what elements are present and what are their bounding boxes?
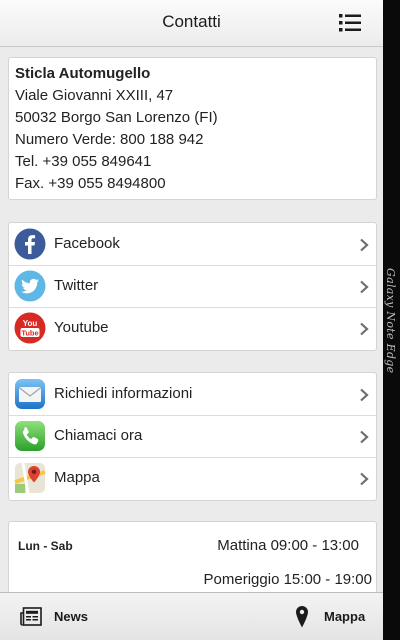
address-street: Viale Giovanni XXIII, 47 — [15, 87, 174, 104]
mail-icon — [15, 379, 45, 409]
chevron-right-icon — [360, 238, 369, 252]
youtube-label: Youtube — [54, 319, 109, 336]
social-links-card: Facebook Twitter You Tube Youtube — [8, 222, 377, 351]
page-title: Contatti — [162, 12, 221, 31]
list-item-twitter[interactable]: Twitter — [9, 265, 376, 308]
facebook-icon — [14, 228, 46, 260]
tab-map-label: Mappa — [324, 609, 366, 624]
address-card: Sticla Automugello Viale Giovanni XXIII,… — [8, 57, 377, 200]
address-city: 50032 Borgo San Lorenzo (FI) — [15, 109, 218, 126]
tab-news-label: News — [54, 609, 88, 624]
contact-actions-card: Richiedi informazioni Chiamaci ora Mappa — [8, 372, 377, 501]
youtube-icon: You Tube — [14, 312, 46, 344]
menu-button[interactable] — [338, 12, 362, 34]
hours-days: Lun - Sab — [18, 539, 73, 553]
call-now-label: Chiamaci ora — [54, 427, 143, 444]
list-item-call-now[interactable]: Chiamaci ora — [9, 415, 376, 458]
fax-number: Fax. +39 055 8494800 — [15, 175, 166, 192]
phone-icon — [15, 421, 45, 451]
chevron-right-icon — [360, 472, 369, 486]
tab-map[interactable]: Mappa — [293, 603, 373, 631]
chevron-right-icon — [360, 388, 369, 402]
request-info-label: Richiedi informazioni — [54, 385, 193, 402]
list-menu-icon — [339, 14, 361, 32]
twitter-label: Twitter — [54, 277, 99, 294]
list-item-map[interactable]: Mappa — [9, 457, 376, 499]
svg-text:You: You — [23, 319, 38, 328]
hours-morning: Mattina 09:00 - 13:00 — [217, 537, 359, 554]
maps-icon — [14, 462, 46, 494]
company-name: Sticla Automugello — [15, 65, 151, 82]
list-item-request-info[interactable]: Richiedi informazioni — [9, 373, 376, 416]
hours-afternoon: Pomeriggio 15:00 - 19:00 — [203, 571, 372, 588]
chevron-right-icon — [360, 430, 369, 444]
twitter-icon — [14, 270, 46, 302]
svg-text:Tube: Tube — [21, 328, 38, 337]
chevron-right-icon — [360, 322, 369, 336]
list-item-facebook[interactable]: Facebook — [9, 223, 376, 266]
map-label: Mappa — [54, 469, 100, 486]
device-edge-label: Galaxy Note Edge — [384, 268, 397, 374]
green-number: Numero Verde: 800 188 942 — [15, 131, 204, 148]
newspaper-icon — [20, 607, 42, 626]
tab-news[interactable]: News — [20, 603, 100, 631]
phone-number: Tel. +39 055 849641 — [15, 153, 152, 170]
map-pin-icon — [296, 606, 308, 628]
facebook-label: Facebook — [54, 235, 120, 252]
list-item-youtube[interactable]: You Tube Youtube — [9, 307, 376, 349]
app-screen: Contatti Sticla Automugello Viale Giovan… — [0, 0, 383, 640]
bottom-tab-bar: News Mappa — [0, 592, 383, 640]
chevron-right-icon — [360, 280, 369, 294]
header-bar: Contatti — [0, 0, 383, 47]
